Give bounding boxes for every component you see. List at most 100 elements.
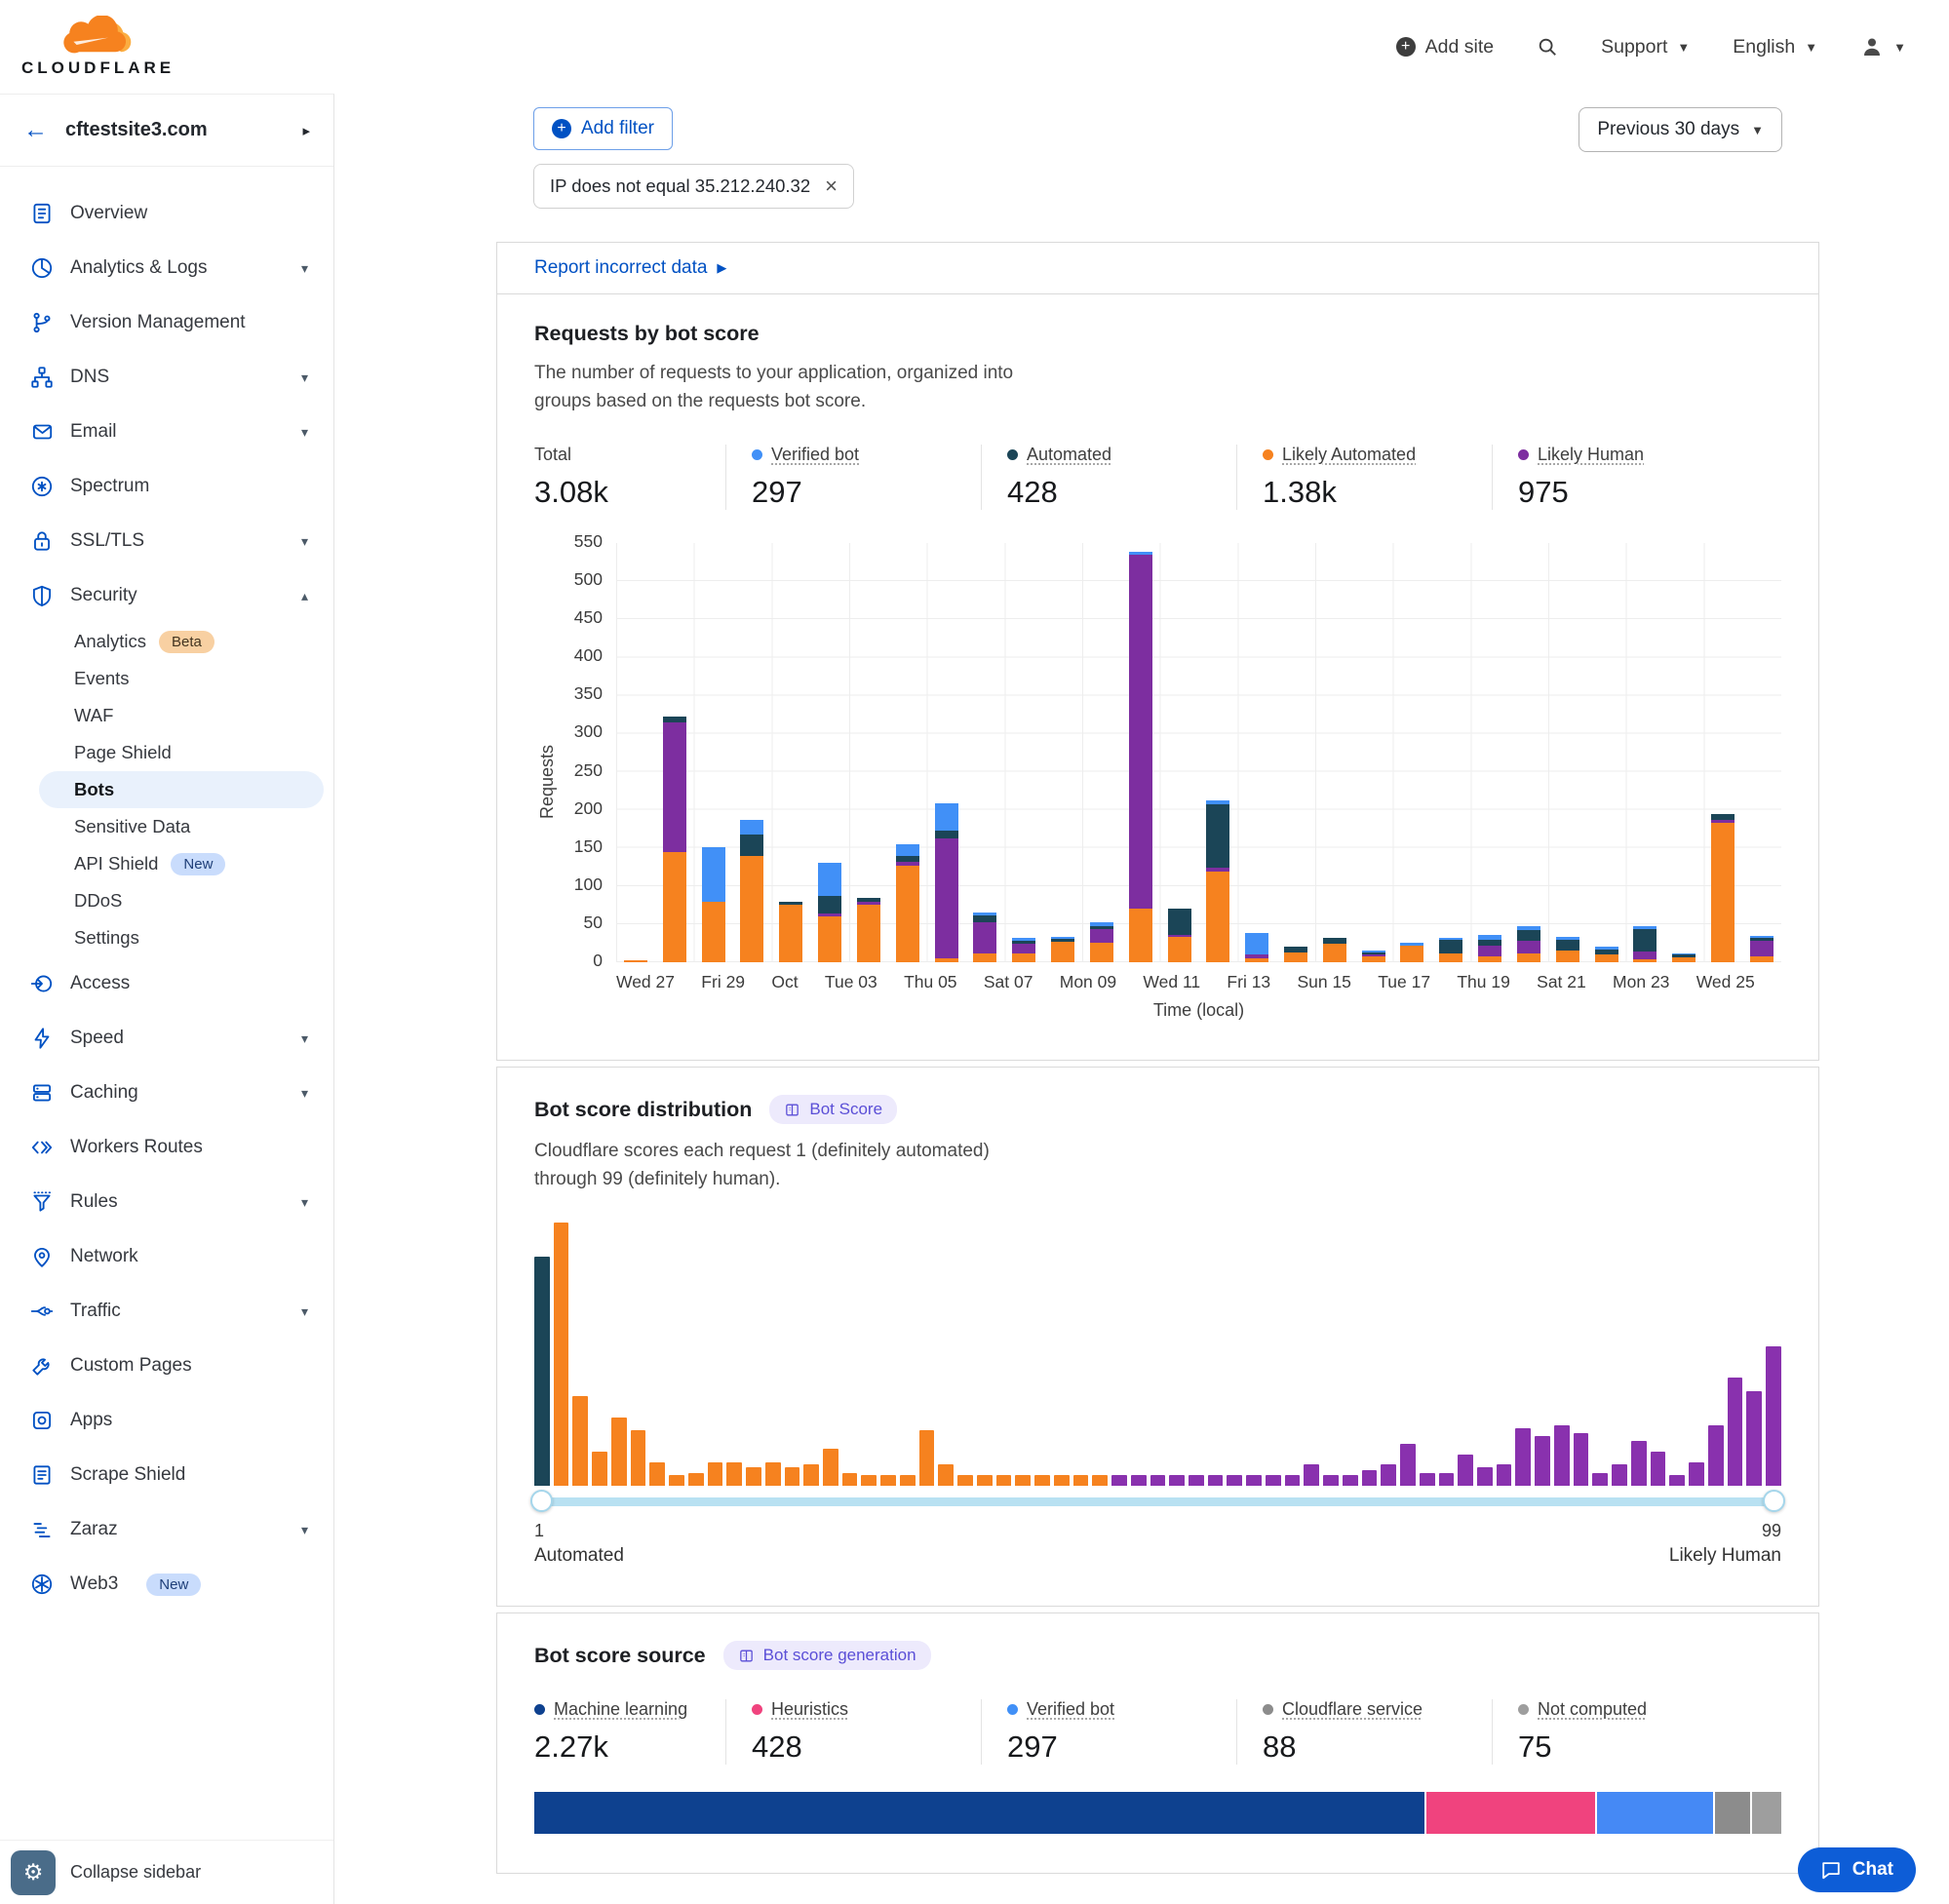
collapse-sidebar[interactable]: ⚙ Collapse sidebar <box>0 1840 333 1904</box>
sidebar-item-rules[interactable]: Rules▾ <box>0 1175 333 1229</box>
source-title: Bot score source <box>534 1644 706 1668</box>
distribution-description: Cloudflare scores each request 1 (defini… <box>534 1138 1781 1193</box>
sidebar-item-network[interactable]: Network <box>0 1229 333 1284</box>
back-arrow-icon[interactable]: ← <box>23 116 48 144</box>
sidebar-item-api-shield[interactable]: API ShieldNew <box>0 845 333 882</box>
search-button[interactable] <box>1537 36 1558 58</box>
sidebar-item-traffic[interactable]: Traffic▾ <box>0 1284 333 1339</box>
sidebar-item-web3[interactable]: Web3New <box>0 1557 333 1612</box>
site-name: cftestsite3.com <box>65 119 208 141</box>
slider-track[interactable] <box>534 1497 1781 1506</box>
api-shield-badge: New <box>171 853 225 875</box>
bot-score-generation-badge[interactable]: Bot score generation <box>723 1641 931 1670</box>
remove-filter-icon[interactable]: × <box>825 175 838 197</box>
sidebar-item-analytics-logs[interactable]: Analytics & Logs▾ <box>0 241 333 295</box>
filter-chip[interactable]: IP does not equal 35.212.240.32 × <box>533 164 854 209</box>
histogram-bar <box>708 1462 723 1486</box>
sidebar-item-label: Sensitive Data <box>74 816 190 837</box>
sidebar-item-access[interactable]: Access <box>0 956 333 1011</box>
sidebar-item-overview[interactable]: Overview <box>0 186 333 241</box>
x-tick <box>1200 972 1227 992</box>
histogram-bar <box>861 1475 877 1486</box>
stat-label: Likely Human <box>1538 445 1644 465</box>
sidebar-item-spectrum[interactable]: Spectrum <box>0 459 333 514</box>
sidebar-item-apps[interactable]: Apps <box>0 1393 333 1448</box>
source-segment-machine-learning <box>534 1792 1424 1834</box>
histogram-bar <box>996 1475 1012 1486</box>
histogram-bar <box>746 1467 761 1486</box>
sidebar-item-security-analytics[interactable]: AnalyticsBeta <box>0 623 333 660</box>
gear-icon[interactable]: ⚙ <box>11 1850 56 1895</box>
stat-total: Total3.08k <box>534 445 725 510</box>
histogram-bar <box>1111 1475 1127 1486</box>
sidebar-item-custom-pages[interactable]: Custom Pages <box>0 1339 333 1393</box>
sidebar-item-events[interactable]: Events <box>0 660 333 697</box>
bar-segment-likely-automated <box>1478 956 1501 962</box>
sidebar-item-security[interactable]: Security▴ <box>0 568 333 623</box>
requests-description: The number of requests to your applicati… <box>534 360 1781 415</box>
sidebar-item-version-management[interactable]: Version Management <box>0 295 333 350</box>
language-menu[interactable]: English▼ <box>1733 36 1817 58</box>
site-expand-icon[interactable]: ▸ <box>302 122 310 139</box>
account-menu[interactable]: ▼ <box>1860 35 1906 58</box>
score-range-slider[interactable] <box>534 1490 1781 1513</box>
chevron-down-icon: ▾ <box>301 1085 308 1102</box>
sidebar-item-label: SSL/TLS <box>70 530 144 552</box>
bar-column <box>1198 543 1237 962</box>
slider-handle-max[interactable] <box>1763 1490 1785 1512</box>
bar-segment-verified-bot <box>702 847 725 902</box>
slider-max-value: 99 <box>1762 1521 1781 1541</box>
x-tick <box>1430 972 1457 992</box>
stat-label: Machine learning <box>554 1699 687 1720</box>
bar-column <box>1237 543 1276 962</box>
sidebar-item-sensitive-data[interactable]: Sensitive Data <box>0 808 333 845</box>
x-tick <box>675 972 701 992</box>
sidebar-item-page-shield[interactable]: Page Shield <box>0 734 333 771</box>
workers-routes-icon <box>29 1135 55 1160</box>
bar-segment-automated <box>740 835 763 856</box>
site-selector[interactable]: ← cftestsite3.com ▸ <box>0 95 333 167</box>
sidebar-item-zaraz[interactable]: Zaraz▾ <box>0 1502 333 1557</box>
sidebar-item-ssl-tls[interactable]: SSL/TLS▾ <box>0 514 333 568</box>
slider-handle-min[interactable] <box>530 1490 553 1512</box>
histogram-bar <box>1535 1436 1550 1486</box>
sidebar-item-label: Access <box>70 973 130 994</box>
web3-icon <box>29 1572 55 1597</box>
bar-column <box>1121 543 1160 962</box>
sidebar-item-email[interactable]: Email▾ <box>0 405 333 459</box>
stat-verified-bot: Verified bot297 <box>725 445 981 510</box>
bar-column <box>694 543 733 962</box>
bar-segment-verified-bot <box>896 844 919 856</box>
sidebar-item-waf[interactable]: WAF <box>0 697 333 734</box>
sidebar-item-bots[interactable]: Bots <box>39 771 324 808</box>
stat-likely-automated: Likely Automated1.38k <box>1236 445 1492 510</box>
bar-segment-likely-automated <box>973 953 996 962</box>
bot-score-badge[interactable]: Bot Score <box>769 1095 897 1124</box>
sidebar-item-scrape-shield[interactable]: Scrape Shield <box>0 1448 333 1502</box>
slider-labels: Automated Likely Human <box>534 1545 1781 1567</box>
web3-badge: New <box>146 1574 201 1596</box>
date-range-dropdown[interactable]: Previous 30 days ▼ <box>1579 107 1782 152</box>
sidebar-item-caching[interactable]: Caching▾ <box>0 1066 333 1120</box>
security-icon <box>29 583 55 608</box>
histogram-bar <box>1034 1475 1050 1486</box>
bar-segment-likely-human <box>1517 941 1540 953</box>
cloudflare-logo[interactable]: CLOUDFLARE <box>21 16 175 78</box>
sidebar-item-dns[interactable]: DNS▾ <box>0 350 333 405</box>
add-site-button[interactable]: + Add site <box>1396 36 1494 58</box>
support-menu[interactable]: Support▼ <box>1601 36 1690 58</box>
add-filter-button[interactable]: + Add filter <box>533 107 673 150</box>
report-incorrect-data-link[interactable]: Report incorrect data ▶ <box>497 243 1818 294</box>
sidebar-item-speed[interactable]: Speed▾ <box>0 1011 333 1066</box>
chevron-down-icon: ▼ <box>1677 40 1690 55</box>
slider-values: 1 99 <box>534 1521 1781 1541</box>
sidebar-item-ddos[interactable]: DDoS <box>0 882 333 919</box>
histogram-bar <box>842 1473 858 1487</box>
stat-heuristics: Heuristics428 <box>725 1699 981 1765</box>
x-tick: Wed 27 <box>616 972 675 992</box>
histogram-bar <box>1612 1464 1627 1486</box>
chat-button[interactable]: Chat <box>1798 1847 1916 1892</box>
sidebar-item-workers-routes[interactable]: Workers Routes <box>0 1120 333 1175</box>
sidebar-item-settings[interactable]: Settings <box>0 919 333 956</box>
top-navigation: + Add site Support▼ English▼ ▼ <box>1396 35 1906 58</box>
